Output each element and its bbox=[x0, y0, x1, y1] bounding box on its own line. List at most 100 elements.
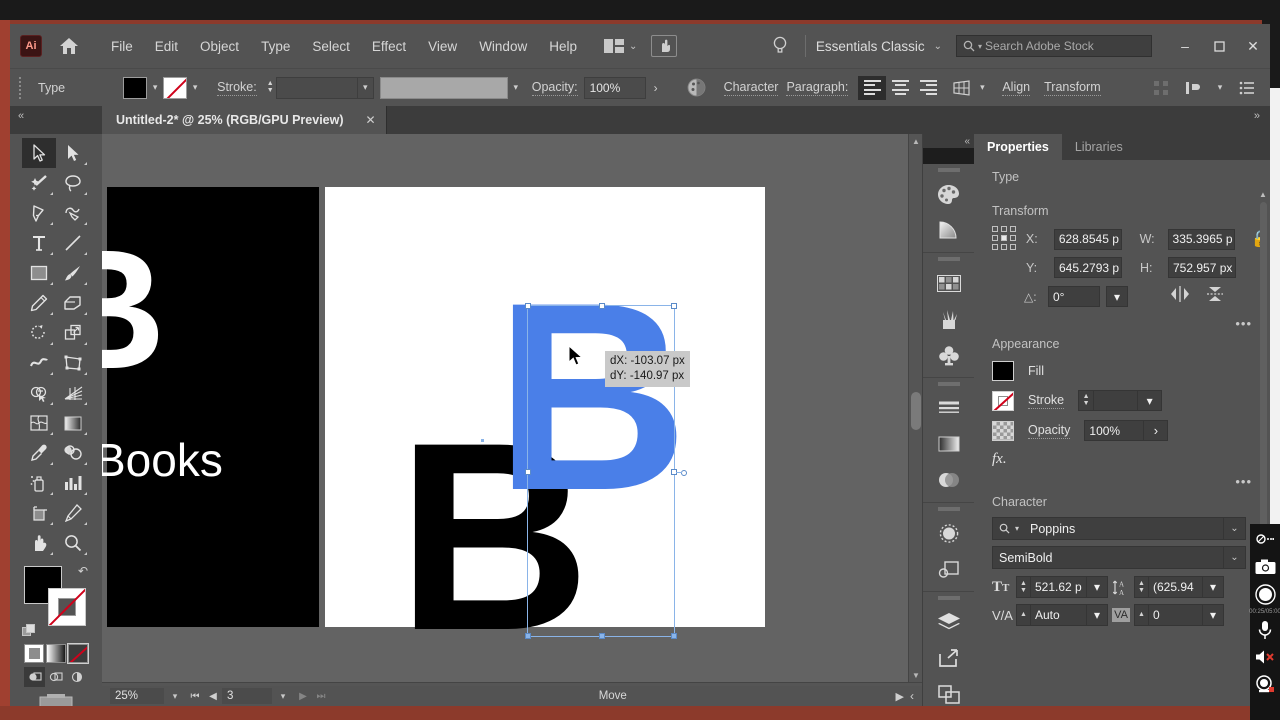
record-stop-icon[interactable] bbox=[1252, 582, 1278, 606]
stroke-weight-label[interactable]: Stroke: bbox=[217, 80, 257, 96]
control-bar-grip[interactable] bbox=[16, 76, 26, 100]
shape-builder-tool[interactable] bbox=[22, 378, 56, 408]
menu-effect[interactable]: Effect bbox=[361, 34, 417, 59]
x-input[interactable]: 628.8545 p bbox=[1053, 228, 1122, 250]
reference-point-selector[interactable] bbox=[992, 226, 1018, 252]
close-icon[interactable]: ✕ bbox=[366, 113, 376, 127]
free-transform-tool[interactable] bbox=[56, 348, 90, 378]
artboard-dropdown-icon[interactable]: ▾ bbox=[272, 691, 294, 702]
gradient-tool[interactable] bbox=[56, 408, 90, 438]
graphic-styles-panel-icon[interactable] bbox=[923, 551, 974, 587]
blend-tool[interactable] bbox=[56, 438, 90, 468]
stroke-weight-dropdown-icon[interactable]: ▾ bbox=[357, 76, 374, 99]
home-icon[interactable] bbox=[56, 33, 82, 59]
type-tool[interactable] bbox=[22, 228, 56, 258]
default-fill-stroke-icon[interactable] bbox=[22, 624, 36, 638]
leading-input[interactable]: (625.94 bbox=[1149, 576, 1203, 598]
panel-options-menu-icon[interactable] bbox=[1234, 76, 1260, 100]
tracking-dropdown-icon[interactable]: ▾ bbox=[1203, 604, 1224, 626]
document-tab[interactable]: Untitled-2* @ 25% (RGB/GPU Preview) ✕ bbox=[102, 106, 387, 134]
color-mode-gradient-button[interactable] bbox=[46, 644, 66, 663]
recolor-artwork-icon[interactable] bbox=[684, 76, 710, 100]
eyedropper-tool[interactable] bbox=[22, 438, 56, 468]
menu-file[interactable]: File bbox=[100, 34, 144, 59]
menu-help[interactable]: Help bbox=[538, 34, 588, 59]
discover-bulb-icon[interactable] bbox=[765, 36, 795, 56]
scroll-up-icon[interactable]: ▲ bbox=[909, 134, 922, 148]
opacity-label[interactable]: Opacity bbox=[1028, 423, 1071, 439]
font-family-input[interactable]: ▾ Poppins bbox=[992, 517, 1224, 540]
touch-workspace-icon[interactable] bbox=[651, 35, 678, 57]
hand-tool[interactable] bbox=[22, 528, 56, 558]
rotate-tool[interactable] bbox=[22, 318, 56, 348]
leading-dropdown-icon[interactable]: ▾ bbox=[1203, 576, 1224, 598]
flip-vertical-icon[interactable] bbox=[1206, 285, 1224, 308]
stroke-weight-input[interactable] bbox=[275, 76, 358, 99]
expand-panels-icon[interactable]: » bbox=[1254, 110, 1260, 122]
maximize-button[interactable] bbox=[1202, 31, 1236, 61]
dock-group-handle[interactable] bbox=[923, 592, 974, 604]
perspective-dropdown-icon[interactable]: ▾ bbox=[974, 77, 990, 99]
rotate-handle[interactable] bbox=[681, 470, 687, 476]
lasso-tool[interactable] bbox=[56, 168, 90, 198]
align-panel-label[interactable]: Align bbox=[1002, 80, 1031, 96]
speaker-muted-icon[interactable] bbox=[1252, 645, 1278, 669]
color-guide-panel-icon[interactable] bbox=[923, 212, 974, 248]
tab-properties[interactable]: Properties bbox=[974, 134, 1062, 160]
font-size-dropdown-icon[interactable]: ▾ bbox=[1087, 576, 1108, 598]
brushes-panel-icon[interactable] bbox=[923, 301, 974, 337]
rotate-angle-dropdown-icon[interactable]: ▾ bbox=[1106, 286, 1128, 307]
vertical-scroll-thumb[interactable] bbox=[911, 392, 921, 430]
eraser-tool[interactable] bbox=[56, 288, 90, 318]
character-options-label[interactable]: Character bbox=[723, 80, 779, 96]
appearance-panel-icon[interactable] bbox=[923, 515, 974, 551]
transform-more-options[interactable]: ••• bbox=[974, 316, 1270, 331]
curvature-tool[interactable] bbox=[56, 198, 90, 228]
previous-artboard-button[interactable]: ◀ bbox=[204, 691, 222, 702]
color-mode-none-button[interactable] bbox=[67, 643, 89, 664]
handle-bottom-left[interactable] bbox=[525, 633, 531, 639]
font-style-dropdown-icon[interactable]: ⌄ bbox=[1224, 546, 1246, 569]
distribute-spacing-icon[interactable] bbox=[1148, 76, 1174, 100]
draw-inside-button[interactable] bbox=[67, 667, 88, 687]
draw-behind-button[interactable] bbox=[45, 667, 66, 687]
document-setup-dropdown-icon[interactable]: ▾ bbox=[1212, 77, 1228, 99]
handle-top-center[interactable] bbox=[599, 303, 605, 309]
search-adobe-stock-input[interactable]: ▾ Search Adobe Stock bbox=[956, 35, 1152, 57]
align-left-button[interactable] bbox=[858, 75, 887, 100]
handle-top-left[interactable] bbox=[525, 303, 531, 309]
appearance-more-options[interactable]: ••• bbox=[974, 474, 1270, 489]
first-artboard-button[interactable]: ⏮ bbox=[186, 691, 204, 702]
asset-export-panel-icon[interactable] bbox=[923, 640, 974, 676]
y-input[interactable]: 645.2793 p bbox=[1054, 257, 1122, 278]
zoom-level-input[interactable]: 25% bbox=[110, 688, 164, 704]
close-button[interactable]: ✕ bbox=[1236, 31, 1270, 61]
collapse-toolbar-icon[interactable]: « bbox=[18, 110, 24, 122]
paintbrush-tool[interactable] bbox=[56, 258, 90, 288]
handle-bottom-right[interactable] bbox=[671, 633, 677, 639]
stroke-color-box[interactable] bbox=[48, 588, 86, 626]
screenshot-camera-icon[interactable] bbox=[1252, 555, 1278, 579]
color-panel-icon[interactable] bbox=[923, 176, 974, 212]
draw-normal-button[interactable] bbox=[24, 667, 46, 687]
stroke-weight-stepper[interactable]: ▲ ▼ bbox=[265, 80, 276, 94]
stroke-color-swatch[interactable] bbox=[163, 76, 188, 99]
zoom-tool[interactable] bbox=[56, 528, 90, 558]
opacity-input[interactable]: 100% bbox=[583, 76, 646, 99]
stroke-profile-select[interactable] bbox=[379, 76, 508, 99]
gradient-panel-icon[interactable] bbox=[923, 426, 974, 462]
settings-icon[interactable] bbox=[1252, 528, 1278, 552]
stroke-panel-icon[interactable] bbox=[923, 390, 974, 426]
arrange-documents-button[interactable]: ⌄ bbox=[603, 39, 637, 53]
perspective-grid-tool[interactable] bbox=[56, 378, 90, 408]
stroke-weight-input[interactable] bbox=[1094, 390, 1139, 411]
paragraph-options-label[interactable]: Paragraph: bbox=[786, 80, 849, 96]
tracking-stepper[interactable]: ▲ bbox=[1134, 604, 1149, 626]
zoom-dropdown-icon[interactable]: ▾ bbox=[164, 691, 186, 702]
menu-window[interactable]: Window bbox=[468, 34, 538, 59]
dock-group-handle[interactable] bbox=[923, 253, 974, 265]
align-center-button[interactable] bbox=[886, 76, 914, 100]
w-input[interactable]: 335.3965 p bbox=[1167, 228, 1236, 250]
scroll-up-icon[interactable]: ▲ bbox=[1258, 188, 1268, 200]
color-mode-flat-button[interactable] bbox=[24, 644, 44, 663]
